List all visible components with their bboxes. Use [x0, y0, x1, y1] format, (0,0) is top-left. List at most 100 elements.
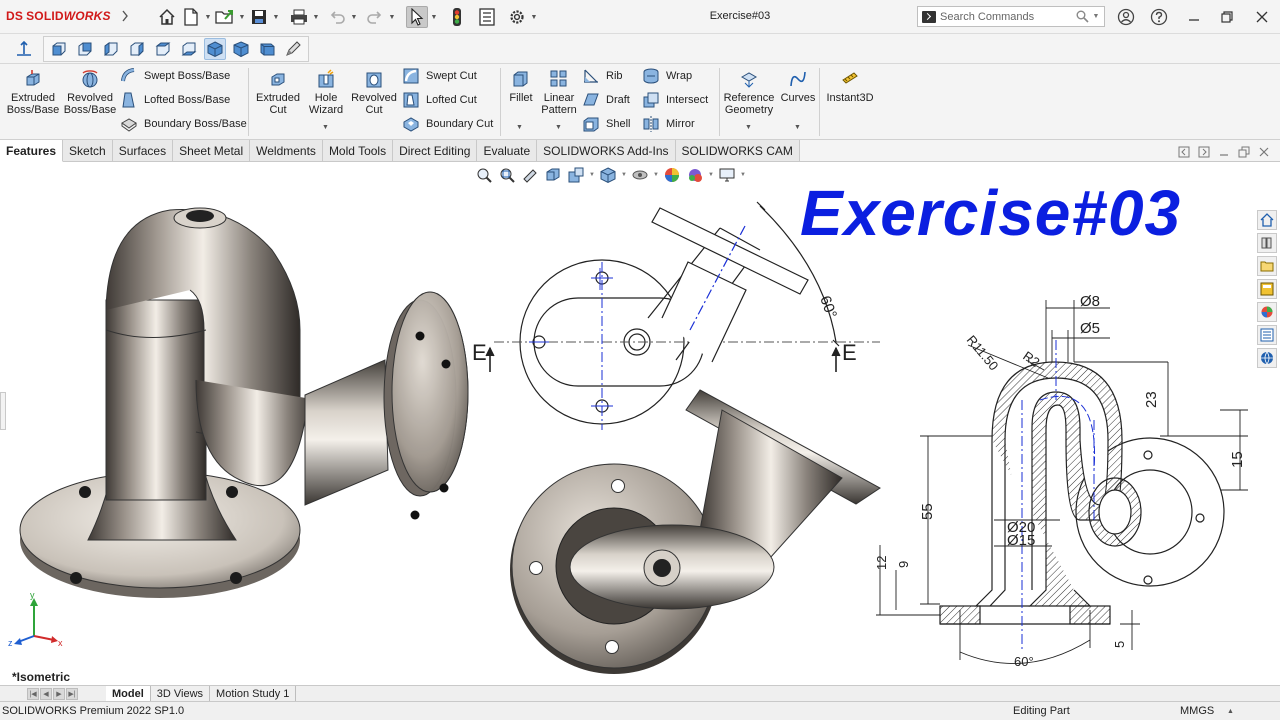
front-view-cube-icon[interactable] — [48, 38, 70, 60]
tab-weldments[interactable]: Weldments — [250, 140, 323, 161]
bottom-view-cube-icon[interactable] — [178, 38, 200, 60]
linear-pattern-dropdown-icon[interactable]: ▼ — [555, 124, 562, 131]
reference-geometry-button[interactable]: Reference Geometry — [722, 68, 776, 116]
left-view-cube-icon[interactable] — [100, 38, 122, 60]
undo-icon[interactable] — [326, 6, 348, 28]
apply-scene-dropdown-icon[interactable]: ▼ — [708, 172, 714, 178]
apply-scene-icon[interactable] — [685, 165, 705, 185]
draft-button[interactable]: Draft — [582, 90, 630, 110]
custom-properties-icon[interactable] — [1257, 325, 1277, 345]
edit-appearance-icon[interactable] — [662, 165, 682, 185]
hole-wizard-dropdown-icon[interactable]: ▼ — [322, 124, 329, 131]
hole-wizard-button[interactable]: Hole Wizard — [303, 68, 349, 116]
fillet-dropdown-icon[interactable]: ▼ — [516, 124, 523, 131]
user-account-icon[interactable] — [1116, 7, 1136, 27]
doc-close-icon[interactable] — [1258, 146, 1270, 161]
curves-dropdown-icon[interactable]: ▼ — [794, 124, 801, 131]
search-icon[interactable] — [1074, 9, 1090, 25]
top-view-cube-icon[interactable] — [152, 38, 174, 60]
new-dropdown-icon[interactable]: ▼ — [204, 14, 212, 21]
rebuild-traffic-light-icon[interactable] — [446, 6, 468, 28]
linear-pattern-button[interactable]: Linear Pattern — [540, 68, 578, 116]
tab-sheet-metal[interactable]: Sheet Metal — [173, 140, 251, 161]
tab-evaluate[interactable]: Evaluate — [477, 140, 538, 161]
tab-motion-study-1[interactable]: Motion Study 1 — [210, 686, 297, 701]
solidworks-logo[interactable]: DS SOLIDWORKS — [6, 9, 111, 23]
lofted-boss-base-button[interactable]: Lofted Boss/Base — [120, 90, 230, 110]
search-dropdown-icon[interactable]: ▼ — [1090, 13, 1102, 20]
tab-sketch[interactable]: Sketch — [63, 140, 113, 161]
file-properties-icon[interactable] — [476, 6, 498, 28]
view-palette-icon[interactable] — [1257, 279, 1277, 299]
print-icon[interactable] — [288, 6, 310, 28]
minimize-window-icon[interactable] — [1184, 7, 1204, 27]
unit-system-selector[interactable]: MMGS — [1180, 705, 1214, 717]
boundary-boss-base-button[interactable]: Boundary Boss/Base — [120, 114, 247, 134]
zoom-to-area-icon[interactable] — [497, 165, 517, 185]
design-library-icon[interactable] — [1257, 233, 1277, 253]
solidworks-resources-home-icon[interactable] — [1257, 210, 1277, 230]
dynamic-annotation-dropdown-icon[interactable]: ▼ — [589, 172, 595, 178]
tab-features[interactable]: Features — [0, 140, 64, 162]
extruded-boss-base-button[interactable]: Extruded Boss/Base — [7, 68, 59, 116]
menu-expand-chevron-icon[interactable] — [121, 10, 131, 24]
next-tab-arrow-icon[interactable]: ▶ — [53, 687, 65, 700]
save-icon[interactable] — [248, 6, 270, 28]
tab-mold-tools[interactable]: Mold Tools — [322, 140, 394, 161]
fillet-button[interactable]: Fillet — [506, 68, 536, 104]
dimetric-view-cube-icon[interactable] — [256, 38, 278, 60]
tab-surfaces[interactable]: Surfaces — [112, 140, 174, 161]
previous-tab-arrow-icon[interactable]: ◀ — [40, 687, 52, 700]
right-view-cube-icon[interactable] — [126, 38, 148, 60]
revolved-boss-base-button[interactable]: Revolved Boss/Base — [64, 68, 116, 116]
previous-panel-icon[interactable] — [1178, 146, 1190, 161]
tab-model[interactable]: Model — [106, 686, 151, 701]
display-style-dropdown-icon[interactable]: ▼ — [653, 172, 659, 178]
lofted-cut-button[interactable]: Lofted Cut — [402, 90, 477, 110]
restore-window-icon[interactable] — [1217, 7, 1237, 27]
undo-dropdown-icon[interactable]: ▼ — [350, 14, 358, 21]
solidworks-forum-icon[interactable] — [1257, 348, 1277, 368]
view-settings-monitor-icon[interactable] — [717, 165, 737, 185]
view-settings-dropdown-icon[interactable]: ▼ — [740, 172, 746, 178]
extruded-cut-button[interactable]: Extruded Cut — [254, 68, 302, 116]
previous-view-icon[interactable] — [520, 165, 540, 185]
mirror-button[interactable]: Mirror — [642, 114, 695, 134]
view-selector-pen-icon[interactable] — [282, 38, 304, 60]
redo-icon[interactable] — [364, 6, 386, 28]
print-dropdown-icon[interactable]: ▼ — [312, 14, 320, 21]
unit-system-dropdown-icon[interactable]: ▲ — [1227, 708, 1234, 715]
curves-button[interactable]: Curves — [780, 68, 816, 104]
options-dropdown-icon[interactable]: ▼ — [530, 14, 538, 21]
feature-manager-collapse-handle[interactable] — [0, 392, 6, 430]
open-folder-icon[interactable] — [214, 6, 236, 28]
rib-button[interactable]: Rib — [582, 66, 623, 86]
instant3d-button[interactable]: Instant3D — [823, 68, 877, 104]
dynamic-annotation-icon[interactable] — [566, 165, 586, 185]
isometric-view-cube-icon[interactable] — [204, 38, 226, 60]
select-dropdown-icon[interactable]: ▼ — [430, 14, 438, 21]
shell-button[interactable]: Shell — [582, 114, 630, 134]
home-icon[interactable] — [156, 6, 178, 28]
swept-boss-base-button[interactable]: Swept Boss/Base — [120, 66, 230, 86]
redo-dropdown-icon[interactable]: ▼ — [388, 14, 396, 21]
swept-cut-button[interactable]: Swept Cut — [402, 66, 477, 86]
section-view-icon[interactable] — [543, 165, 563, 185]
intersect-button[interactable]: Intersect — [642, 90, 708, 110]
boundary-cut-button[interactable]: Boundary Cut — [402, 114, 493, 134]
close-window-icon[interactable] — [1252, 7, 1272, 27]
save-dropdown-icon[interactable]: ▼ — [272, 14, 280, 21]
search-commands-box[interactable]: ▼ — [917, 6, 1105, 27]
select-cursor-icon[interactable] — [406, 6, 428, 28]
open-dropdown-icon[interactable]: ▼ — [238, 14, 246, 21]
file-explorer-icon[interactable] — [1257, 256, 1277, 276]
zoom-to-fit-icon[interactable] — [474, 165, 494, 185]
normal-to-icon[interactable] — [14, 40, 34, 61]
search-commands-input[interactable] — [940, 10, 1074, 23]
tab-solidworks-add-ins[interactable]: SOLIDWORKS Add-Ins — [537, 140, 676, 161]
tab-direct-editing[interactable]: Direct Editing — [393, 140, 478, 161]
options-gear-icon[interactable] — [506, 6, 528, 28]
tab-3d-views[interactable]: 3D Views — [151, 686, 211, 701]
view-orientation-icon[interactable] — [598, 165, 618, 185]
trimetric-view-cube-icon[interactable] — [230, 38, 252, 60]
